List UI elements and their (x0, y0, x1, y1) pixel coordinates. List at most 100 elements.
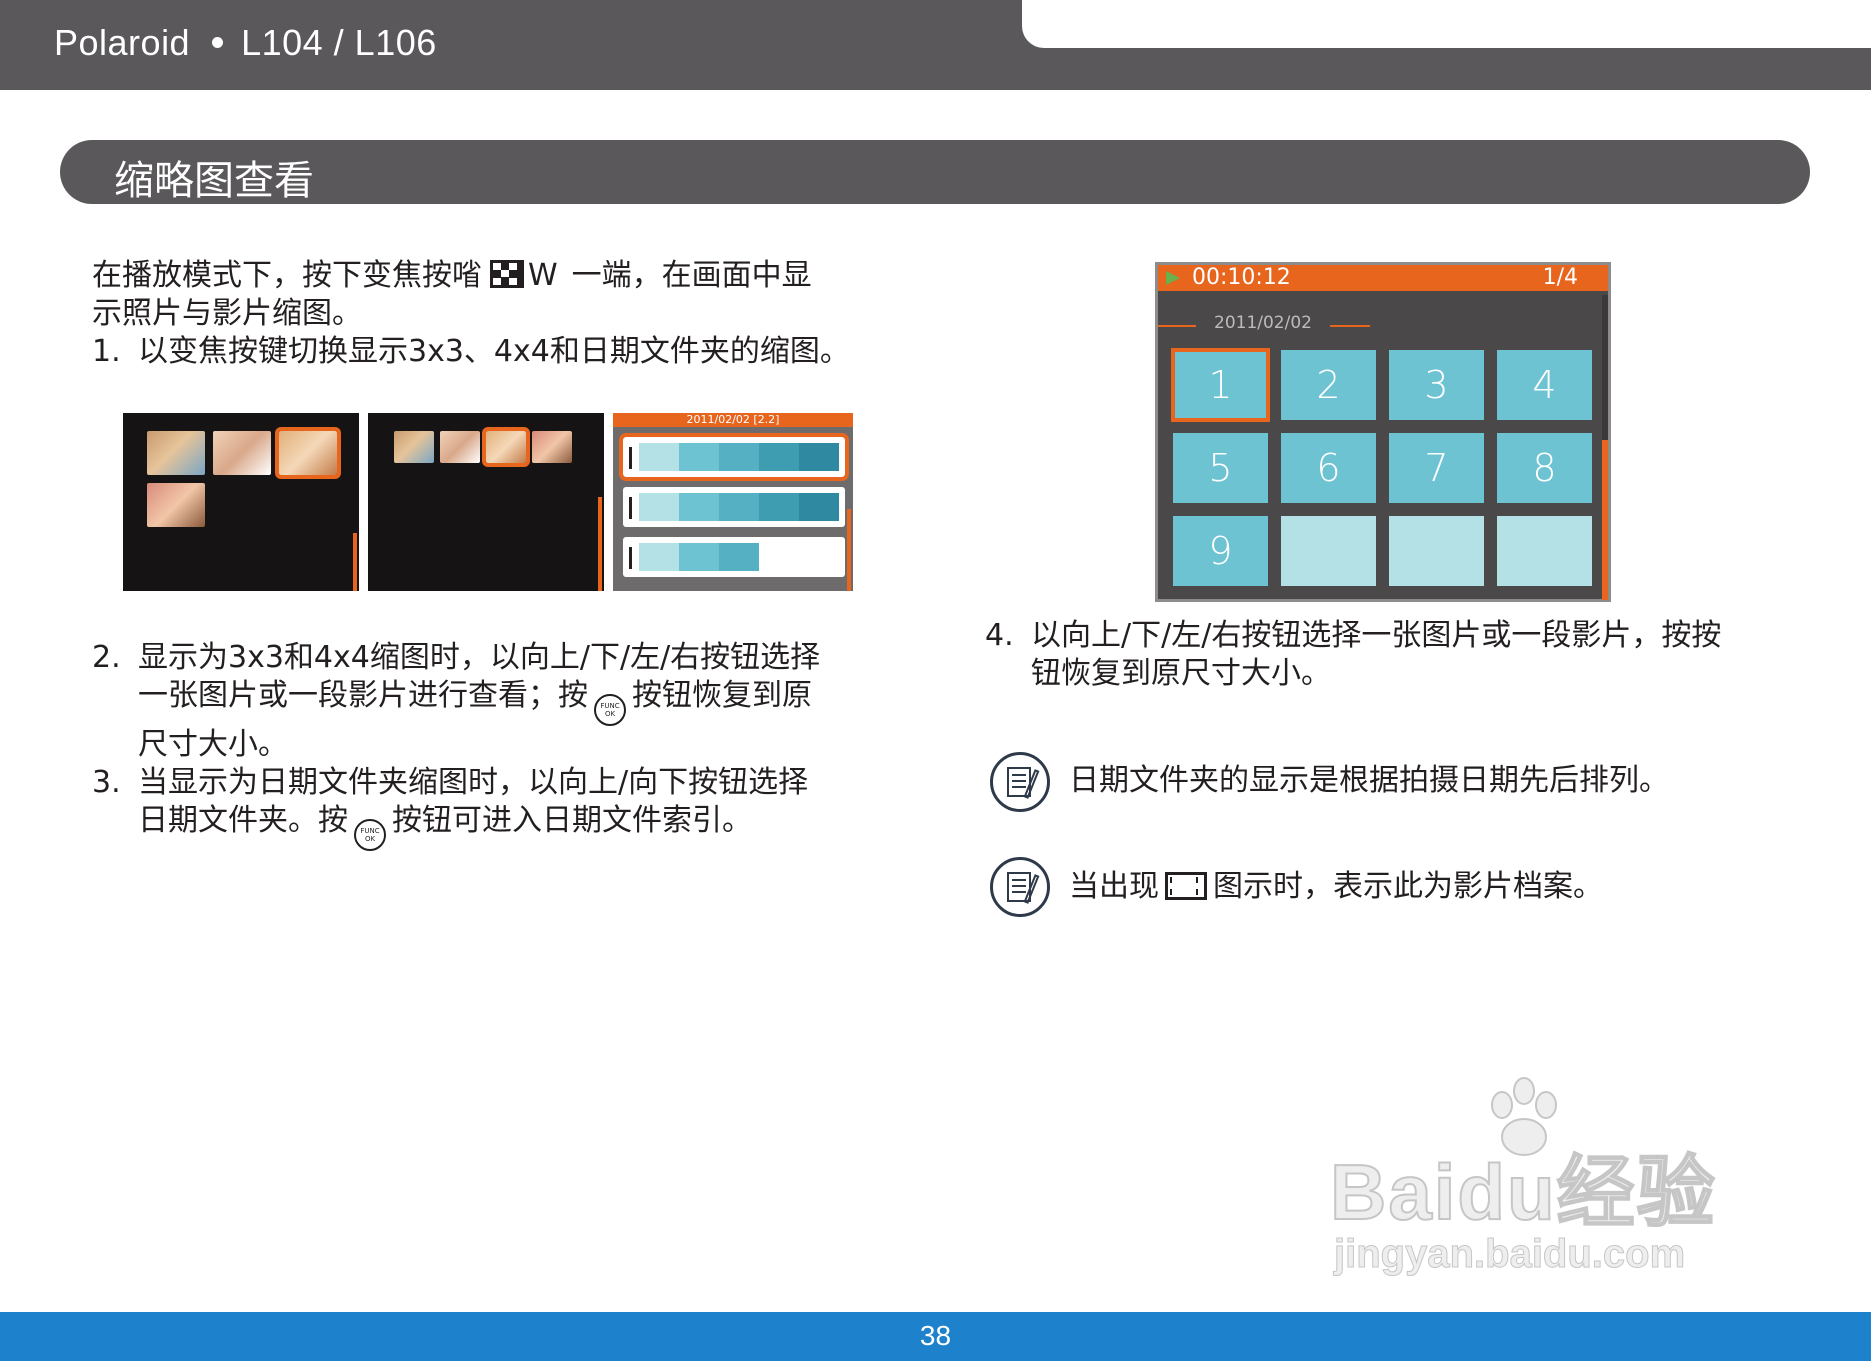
photo-thumbnail (213, 431, 271, 475)
scrollbar (847, 509, 851, 591)
grid-cell: 6 (1281, 433, 1376, 503)
grid-cell: 2 (1281, 350, 1376, 420)
step-text: 尺寸大小。 (138, 727, 288, 762)
header-tab-cutout (1022, 0, 1871, 48)
step-number: 2. (92, 640, 121, 675)
intro-text-b: 一端，在画面中显 (571, 258, 812, 293)
folder-segment (639, 443, 679, 471)
baidu-watermark: Baidu经验 jingyan.baidu.com (1329, 1077, 1717, 1277)
step-2: 2. 显示为3x3和4x4缩图时，以向上/下/左/右按钮选择 一张图片或一段影片进… (92, 639, 820, 764)
step-1: 1. 以变焦按键切换显示3x3、4x4和日期文件夹的缩图。 (92, 333, 850, 371)
step-text: 以向上/下/左/右按钮选择一张图片或一段影片，按按 (1031, 618, 1722, 653)
folder-segment (679, 543, 719, 571)
photo-thumbnail (147, 431, 205, 475)
folder-segment (679, 493, 719, 521)
intro-line-1: 在播放模式下，按下变焦按㗂 W 一端，在画面中显 (92, 257, 850, 295)
grid-cell-selected: 1 (1171, 348, 1270, 422)
folder-date: 2011/02/02 (1214, 313, 1312, 333)
thumbnail-3x3-screen (123, 413, 359, 591)
note-1: 日期文件夹的显示是根据拍摄日期先后排列。 (1069, 763, 1669, 798)
grid-cell: 9 (1173, 516, 1268, 586)
page-number: 38 (919, 1320, 952, 1351)
step-text: 按钮可进入日期文件索引。 (392, 803, 752, 838)
scrollbar (353, 533, 357, 591)
thumbnail-grid-screen: 00:10:12 1/4 2011/02/02 1234 5678 9 (1155, 262, 1611, 602)
grid-cell: 3 (1389, 350, 1484, 420)
brand-name: Polaroid (54, 22, 191, 63)
intro-line-2: 示照片与影片缩图。 (92, 296, 362, 331)
step-text: 日期文件夹。按 (138, 803, 348, 838)
note-icon (990, 752, 1050, 812)
grid-cell: 8 (1497, 433, 1592, 503)
step-text: 钮恢复到原尺寸大小。 (1031, 656, 1331, 691)
date-folder-screen: 2011/02/02 [2.2] (613, 413, 853, 591)
grid-cell: 7 (1389, 433, 1484, 503)
intro-text-a: 在播放模式下，按下变焦按㗂 (92, 258, 482, 293)
step-number: 3. (92, 765, 121, 800)
date-folder (623, 537, 845, 577)
video-thumbnail-selected (482, 427, 530, 467)
step-text: 当显示为日期文件夹缩图时，以向上/向下按钮选择 (138, 765, 809, 800)
step-3: 3. 当显示为日期文件夹缩图时，以向上/向下按钮选择 日期文件夹。按 FUNC OK 按… (92, 764, 820, 851)
date-divider (1158, 325, 1196, 327)
note-2: 当出现 图示时，表示此为影片档案。 (1069, 868, 1603, 906)
watermark-url: jingyan.baidu.com (1334, 1232, 1686, 1277)
date-divider (1330, 325, 1370, 327)
note-text: 图示时，表示此为影片档案。 (1213, 869, 1603, 904)
folder-marker (629, 497, 632, 519)
grid-cell-empty (1497, 516, 1592, 586)
folder-segment (759, 443, 799, 471)
header-title: Polaroid L104 / L106 (54, 22, 437, 64)
folder-segment (759, 493, 799, 521)
date-folder-selected (619, 433, 849, 481)
zoom-key-label: W (528, 258, 558, 293)
folder-segment (799, 493, 839, 521)
photo-thumbnail (394, 431, 434, 463)
func-ok-button-icon: FUNC OK (594, 694, 626, 726)
paw-logo-icon (1491, 1077, 1557, 1156)
video-thumbnail-selected (275, 427, 341, 479)
header-bar: Polaroid L104 / L106 (0, 0, 1871, 90)
note-text: 当出现 (1069, 869, 1159, 904)
section-title-bar: 缩略图查看 (60, 140, 1810, 204)
playback-time: 00:10:12 (1192, 265, 1291, 290)
footer-bar: 38 (0, 1312, 1871, 1361)
step-4: 4. 以向上/下/左/右按钮选择一张图片或一段影片，按按 钮恢复到原尺寸大小。 (985, 617, 1721, 693)
play-icon (1166, 271, 1180, 285)
folder-segment (639, 543, 679, 571)
step-text: 显示为3x3和4x4缩图时，以向上/下/左/右按钮选择 (138, 640, 821, 675)
folder-segment (799, 443, 839, 471)
steps-2-3: 2. 显示为3x3和4x4缩图时，以向上/下/左/右按钮选择 一张图片或一段影片进… (92, 639, 820, 851)
step-text: 以变焦按键切换显示3x3、4x4和日期文件夹的缩图。 (138, 334, 850, 369)
step-text: 按钮恢复到原 (632, 678, 812, 713)
video-file-icon (1165, 872, 1207, 900)
photo-thumbnail (440, 431, 480, 463)
note-icon (990, 857, 1050, 917)
folder-segment (719, 493, 759, 521)
step-number: 1. (92, 334, 121, 369)
photo-thumbnail (147, 483, 205, 527)
grid-cell-empty (1389, 516, 1484, 586)
func-ok-button-icon: FUNC OK (354, 819, 386, 851)
section-title: 缩略图查看 (114, 158, 314, 204)
thumbnail-4x4-screen (368, 413, 604, 591)
grid-cell-empty (1281, 516, 1376, 586)
bullet-icon (212, 37, 224, 49)
photo-thumbnail (532, 431, 572, 463)
grid-cell: 5 (1173, 433, 1268, 503)
zoom-wide-icon (490, 260, 524, 288)
folder-marker (629, 547, 632, 569)
folder-screen-header: 2011/02/02 [2.2] (613, 413, 853, 427)
folder-marker (629, 447, 632, 469)
model-name: L104 / L106 (241, 22, 437, 63)
intro-paragraph: 在播放模式下，按下变焦按㗂 W 一端，在画面中显 示照片与影片缩图。 1. 以变焦按键… (92, 257, 850, 371)
folder-segment (679, 443, 719, 471)
playback-header: 00:10:12 1/4 (1158, 265, 1608, 291)
scrollbar (598, 497, 602, 591)
step-number: 4. (985, 618, 1014, 653)
folder-segment (719, 443, 759, 471)
folder-segment (719, 543, 759, 571)
image-counter: 1/4 (1542, 265, 1578, 290)
step-text: 一张图片或一段影片进行查看；按 (138, 678, 588, 713)
scrollbar (1602, 440, 1608, 600)
